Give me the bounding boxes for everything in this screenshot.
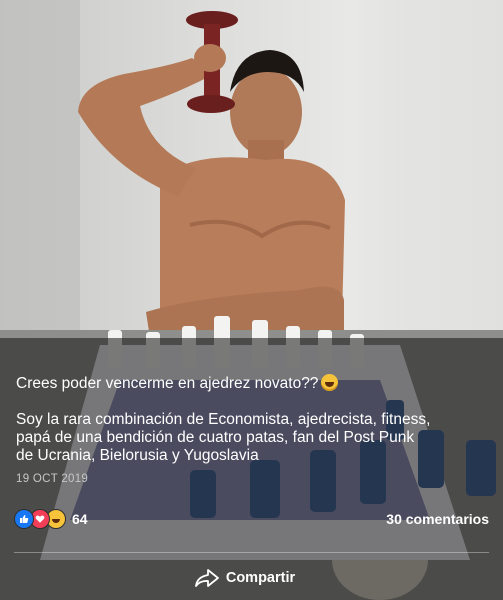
- caption-bio-line-2: papá de una bendición de cuatro patas, f…: [16, 429, 415, 446]
- post-date: 19 OCT 2019: [16, 473, 89, 485]
- share-button[interactable]: Compartir: [0, 556, 503, 600]
- share-arrow-icon: [194, 569, 219, 587]
- post-caption: Crees poder vencerme en ajedrez novato??…: [16, 374, 492, 465]
- reactions-summary[interactable]: 64: [14, 509, 88, 529]
- like-icon: [14, 509, 34, 529]
- reaction-count[interactable]: 64: [72, 511, 88, 527]
- comments-count-link[interactable]: 30 comentarios: [386, 511, 489, 527]
- caption-bio-line-3: de Ucrania, Bielorusia y Yugoslavia: [16, 447, 259, 464]
- caption-question: Crees poder vencerme en ajedrez novato??: [16, 374, 492, 393]
- actions-divider: [14, 552, 489, 553]
- grinning-squinting-face-icon: [321, 374, 339, 391]
- share-label: Compartir: [225, 570, 296, 586]
- caption-question-text: Crees poder vencerme en ajedrez novato??: [16, 375, 319, 392]
- caption-bio-line-1: Soy la rara combinación de Economista, a…: [16, 411, 431, 428]
